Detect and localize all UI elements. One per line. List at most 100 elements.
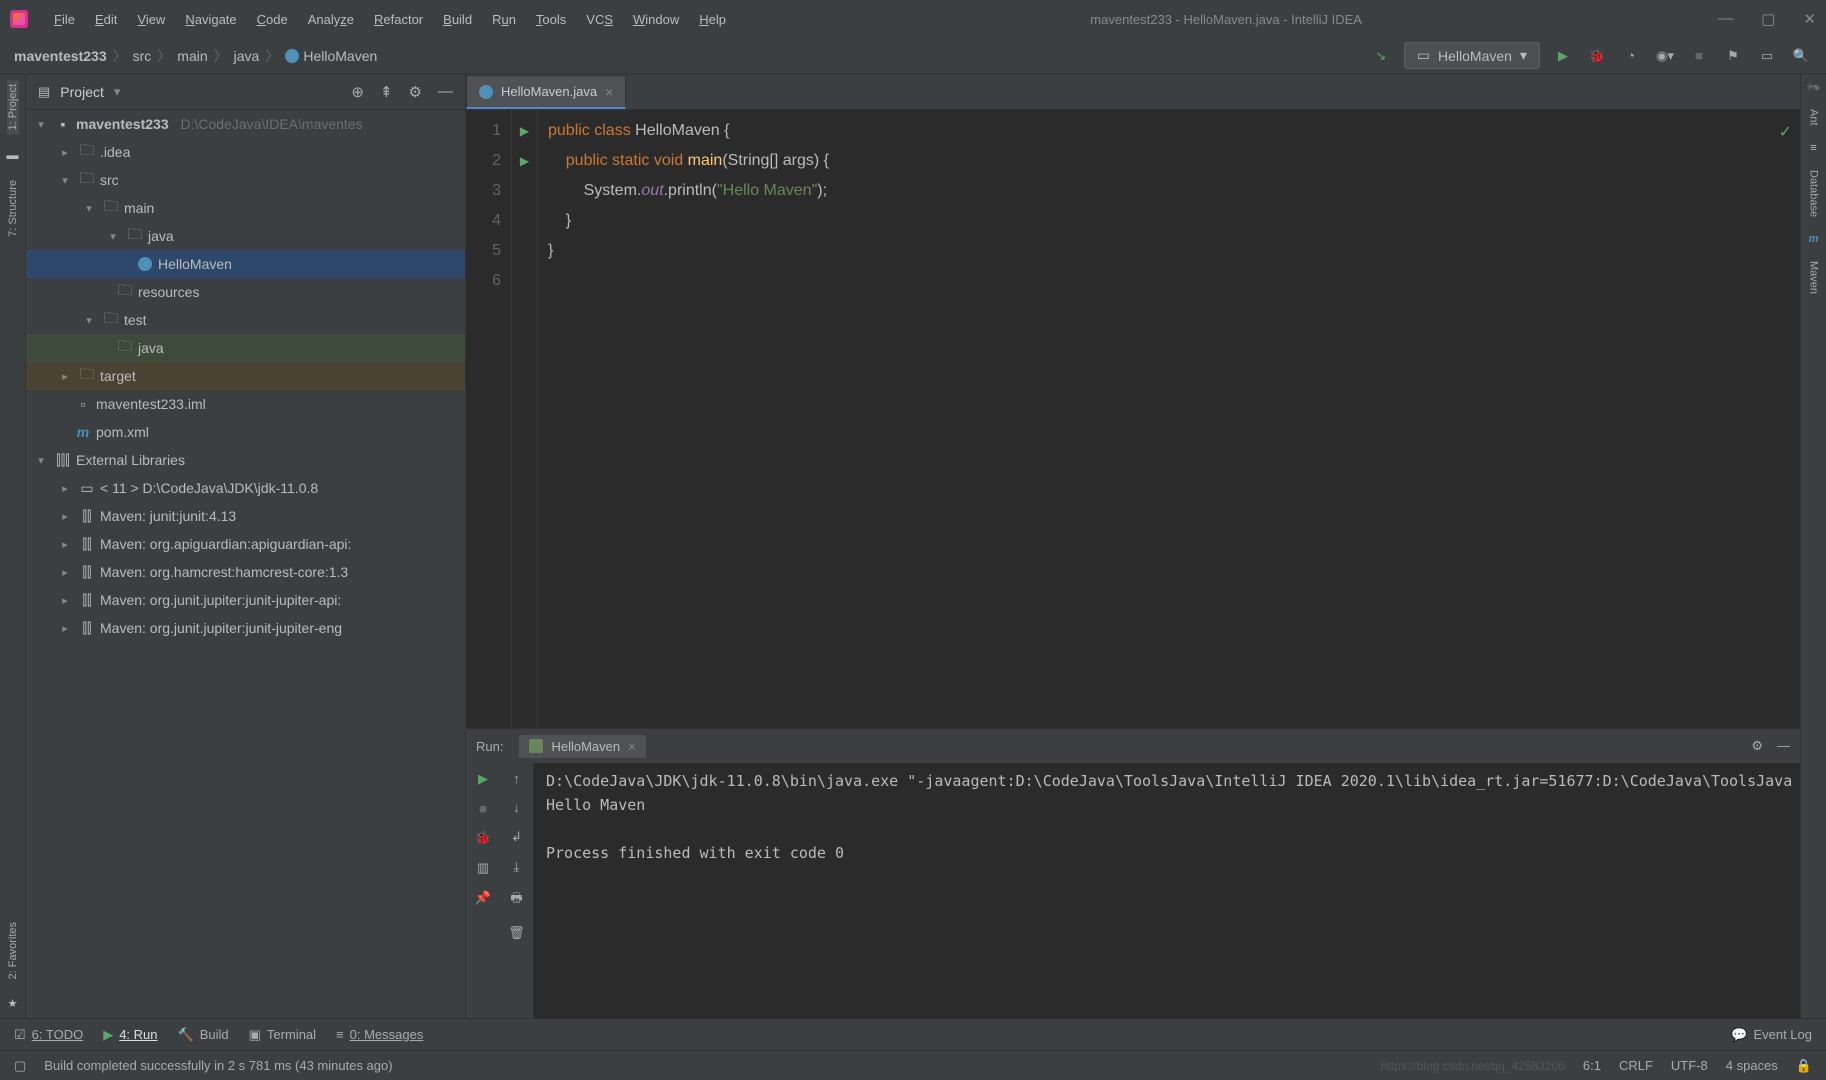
editor-tab-hellomaven[interactable]: HelloMaven.java × (466, 75, 626, 109)
breadcrumb-src[interactable]: src (133, 48, 152, 64)
debug-rerun-icon[interactable]: 🐞 (475, 830, 491, 846)
close-run-tab-icon[interactable]: × (628, 739, 636, 754)
tool-windows-icon[interactable]: ▢ (14, 1058, 26, 1074)
project-pin-icon[interactable]: ▬ (7, 148, 19, 162)
tab-favorites[interactable]: 2: Favorites (7, 918, 19, 983)
menu-view[interactable]: View (129, 8, 173, 31)
minimize-icon[interactable]: — (1718, 10, 1733, 28)
tree-lib-5[interactable]: ▸⫿⫿Maven: org.junit.jupiter:junit-jupite… (26, 614, 465, 642)
file-encoding[interactable]: UTF-8 (1671, 1058, 1708, 1073)
line-separator[interactable]: CRLF (1619, 1058, 1653, 1073)
menu-refactor[interactable]: Refactor (366, 8, 431, 31)
tree-root[interactable]: ▾▪ maventest233 D:\CodeJava\IDEA\mavente… (26, 110, 465, 138)
project-tree[interactable]: ▾▪ maventest233 D:\CodeJava\IDEA\mavente… (26, 110, 465, 1018)
menu-window[interactable]: Window (625, 8, 687, 31)
tab-project[interactable]: 1: Project (7, 80, 19, 134)
tree-hellomaven[interactable]: HelloMaven (26, 250, 465, 278)
tree-src[interactable]: ▾src (26, 166, 465, 194)
tree-test-java[interactable]: java (26, 334, 465, 362)
hide-panel-icon[interactable]: — (438, 83, 453, 101)
menu-edit[interactable]: Edit (87, 8, 125, 31)
menu-analyze[interactable]: Analyze (300, 8, 362, 31)
run-method-gutter-icon[interactable]: ▶ (512, 146, 537, 176)
bottom-build[interactable]: 🔨Build (178, 1027, 229, 1043)
scroll-down-icon[interactable]: ↓ (513, 800, 520, 815)
bottom-todo[interactable]: ☑6: TODO (14, 1027, 83, 1043)
tree-lib-4[interactable]: ▸⫿⫿Maven: org.junit.jupiter:junit-jupite… (26, 586, 465, 614)
chevron-down-icon[interactable]: ▾ (114, 84, 121, 100)
run-tab[interactable]: HelloMaven × (519, 735, 645, 758)
maven-icon[interactable]: m (1809, 233, 1819, 245)
build-icon[interactable]: ↘ (1370, 45, 1392, 67)
clear-all-icon[interactable]: 🗑 (508, 925, 525, 941)
breadcrumb-java[interactable]: java (234, 48, 260, 64)
menu-vcs[interactable]: VCS (578, 8, 621, 31)
tree-target[interactable]: ▸target (26, 362, 465, 390)
maximize-icon[interactable]: ▢ (1761, 10, 1775, 28)
run-settings-gear-icon[interactable]: ⚙ (1751, 738, 1763, 754)
caret-position[interactable]: 6:1 (1583, 1058, 1601, 1073)
code-editor[interactable]: ✓ 123456 ▶ ▶ public class HelloMaven { p… (466, 110, 1800, 728)
stop-button[interactable]: ■ (1688, 45, 1710, 67)
database-icon[interactable]: ≡ (1810, 142, 1816, 154)
bottom-terminal[interactable]: ▣Terminal (249, 1027, 316, 1043)
vcs-update-icon[interactable]: ⚑ (1722, 45, 1744, 67)
run-configuration-selector[interactable]: ▭ HelloMaven ▾ (1404, 42, 1540, 69)
search-everywhere-icon[interactable]: 🔍 (1790, 45, 1812, 67)
tree-lib-1[interactable]: ▸⫿⫿Maven: junit:junit:4.13 (26, 502, 465, 530)
collapse-all-icon[interactable]: ⇞ (380, 83, 393, 101)
tree-main[interactable]: ▾main (26, 194, 465, 222)
scroll-to-end-icon[interactable]: ⤓ (514, 859, 520, 875)
layout-icon[interactable]: ▥ (477, 860, 489, 876)
tree-lib-3[interactable]: ▸⫿⫿Maven: org.hamcrest:hamcrest-core:1.3 (26, 558, 465, 586)
readonly-lock-icon[interactable]: 🔒 (1796, 1058, 1812, 1074)
code-content[interactable]: public class HelloMaven { public static … (538, 110, 1800, 728)
tree-iml[interactable]: ▫maventest233.iml (26, 390, 465, 418)
tab-ant[interactable]: Ant (1808, 105, 1820, 130)
ant-icon[interactable]: 🐜 (1807, 80, 1821, 93)
close-icon[interactable]: ✕ (1803, 10, 1816, 28)
print-icon[interactable]: 🖶 (510, 889, 522, 911)
stop-run-button[interactable]: ■ (479, 801, 487, 816)
close-tab-icon[interactable]: × (605, 84, 613, 100)
breadcrumb-project[interactable]: maventest233 (14, 48, 107, 64)
tree-external-libraries[interactable]: ▾⫿⫿⫿External Libraries (26, 446, 465, 474)
debug-button[interactable]: 🐞 (1586, 45, 1608, 67)
rerun-button[interactable]: ▶ (478, 771, 488, 787)
tab-database[interactable]: Database (1808, 166, 1820, 221)
pin-icon[interactable]: 📌 (475, 890, 491, 906)
menu-navigate[interactable]: Navigate (177, 8, 244, 31)
coverage-button[interactable]: ◔ (1620, 45, 1642, 67)
tab-structure[interactable]: 7: Structure (7, 176, 19, 241)
tree-resources[interactable]: resources (26, 278, 465, 306)
indent-info[interactable]: 4 spaces (1726, 1058, 1778, 1073)
bottom-messages[interactable]: ≡0: Messages (336, 1027, 423, 1042)
menu-help[interactable]: Help (691, 8, 734, 31)
bottom-event-log[interactable]: 💬Event Log (1731, 1027, 1812, 1043)
star-icon[interactable]: ★ (8, 997, 18, 1018)
bottom-run[interactable]: ▶4: Run (103, 1027, 157, 1043)
scroll-up-icon[interactable]: ↑ (513, 771, 520, 786)
breadcrumb-main[interactable]: main (177, 48, 207, 64)
menu-code[interactable]: Code (249, 8, 296, 31)
run-class-gutter-icon[interactable]: ▶ (512, 116, 537, 146)
menu-run[interactable]: Run (484, 8, 524, 31)
tree-idea[interactable]: ▸.idea (26, 138, 465, 166)
hide-run-panel-icon[interactable]: — (1777, 738, 1790, 754)
settings-gear-icon[interactable]: ⚙ (409, 83, 422, 101)
project-structure-icon[interactable]: ▭ (1756, 45, 1778, 67)
tree-java[interactable]: ▾java (26, 222, 465, 250)
project-panel-title[interactable]: Project (60, 84, 104, 100)
breadcrumb-file[interactable]: HelloMaven (285, 48, 377, 64)
run-console[interactable]: D:\CodeJava\JDK\jdk-11.0.8\bin\java.exe … (534, 763, 1800, 1018)
tree-test[interactable]: ▾test (26, 306, 465, 334)
soft-wrap-icon[interactable]: ↲ (511, 829, 522, 845)
tree-pom[interactable]: mpom.xml (26, 418, 465, 446)
locate-icon[interactable]: ⊕ (351, 83, 364, 101)
run-button[interactable]: ▶ (1552, 45, 1574, 67)
tree-lib-2[interactable]: ▸⫿⫿Maven: org.apiguardian:apiguardian-ap… (26, 530, 465, 558)
profile-button[interactable]: ◉▾ (1654, 45, 1676, 67)
menu-tools[interactable]: Tools (528, 8, 574, 31)
menu-build[interactable]: Build (435, 8, 480, 31)
tree-lib-0[interactable]: ▸▭< 11 > D:\CodeJava\JDK\jdk-11.0.8 (26, 474, 465, 502)
